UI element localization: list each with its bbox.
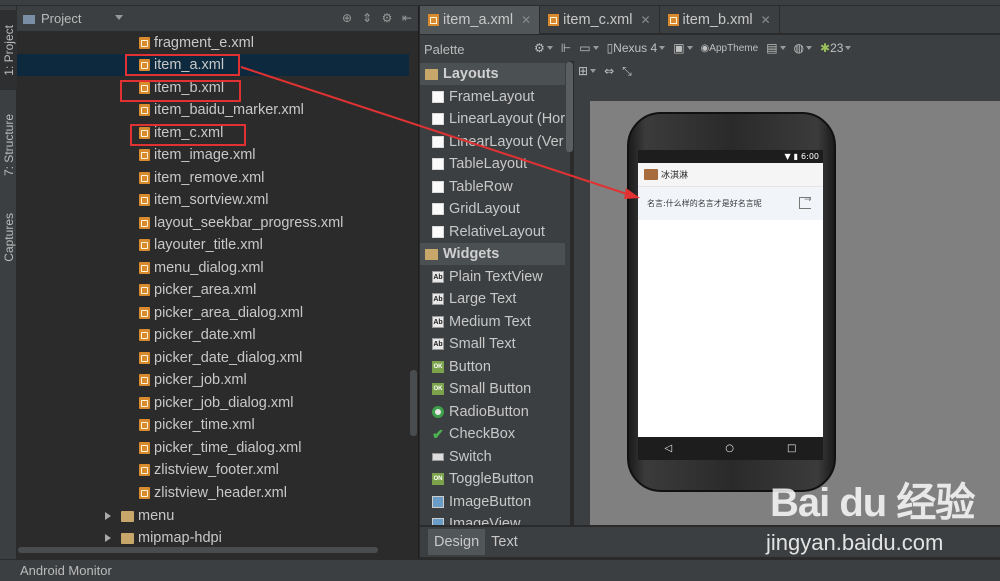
tab-text[interactable]: Text — [485, 529, 524, 555]
bottom-tool-bar: Android Monitor — [0, 559, 1000, 581]
design-text-tabs: Design Text — [420, 527, 1000, 557]
annotation-arrow — [240, 66, 640, 199]
tab-design[interactable]: Design — [428, 529, 486, 555]
android-monitor-tab[interactable]: Android Monitor — [20, 563, 112, 578]
